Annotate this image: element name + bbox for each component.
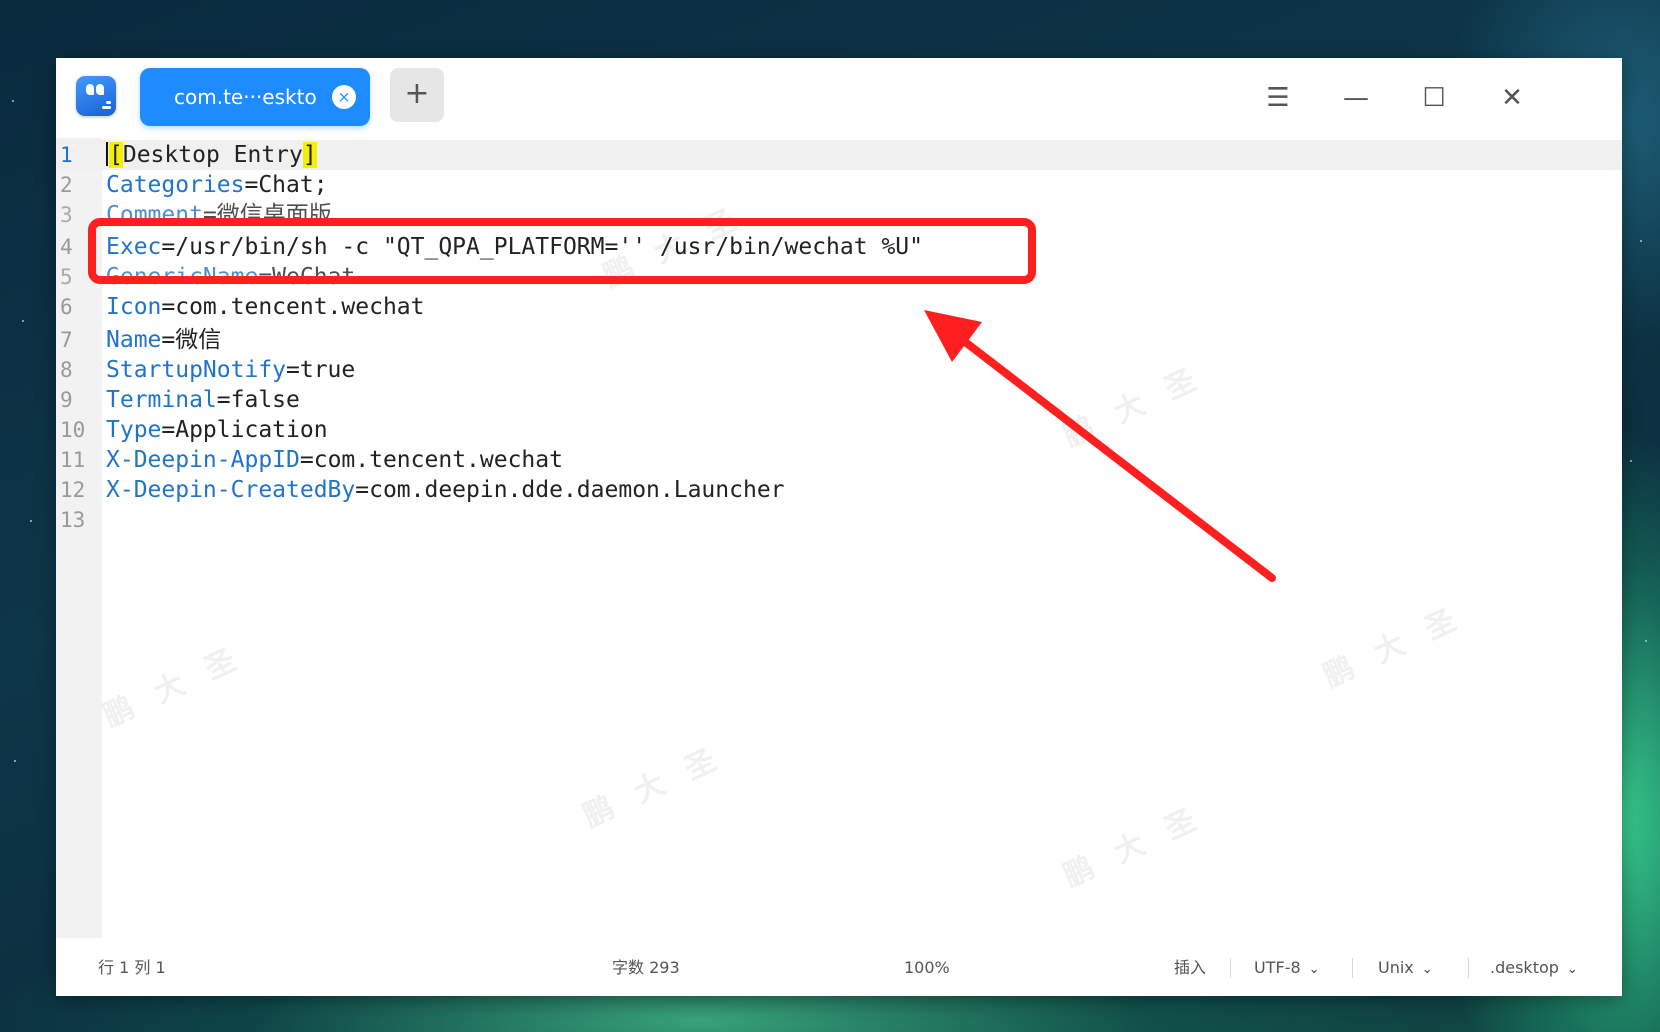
- annotation-arrow: [924, 310, 1276, 582]
